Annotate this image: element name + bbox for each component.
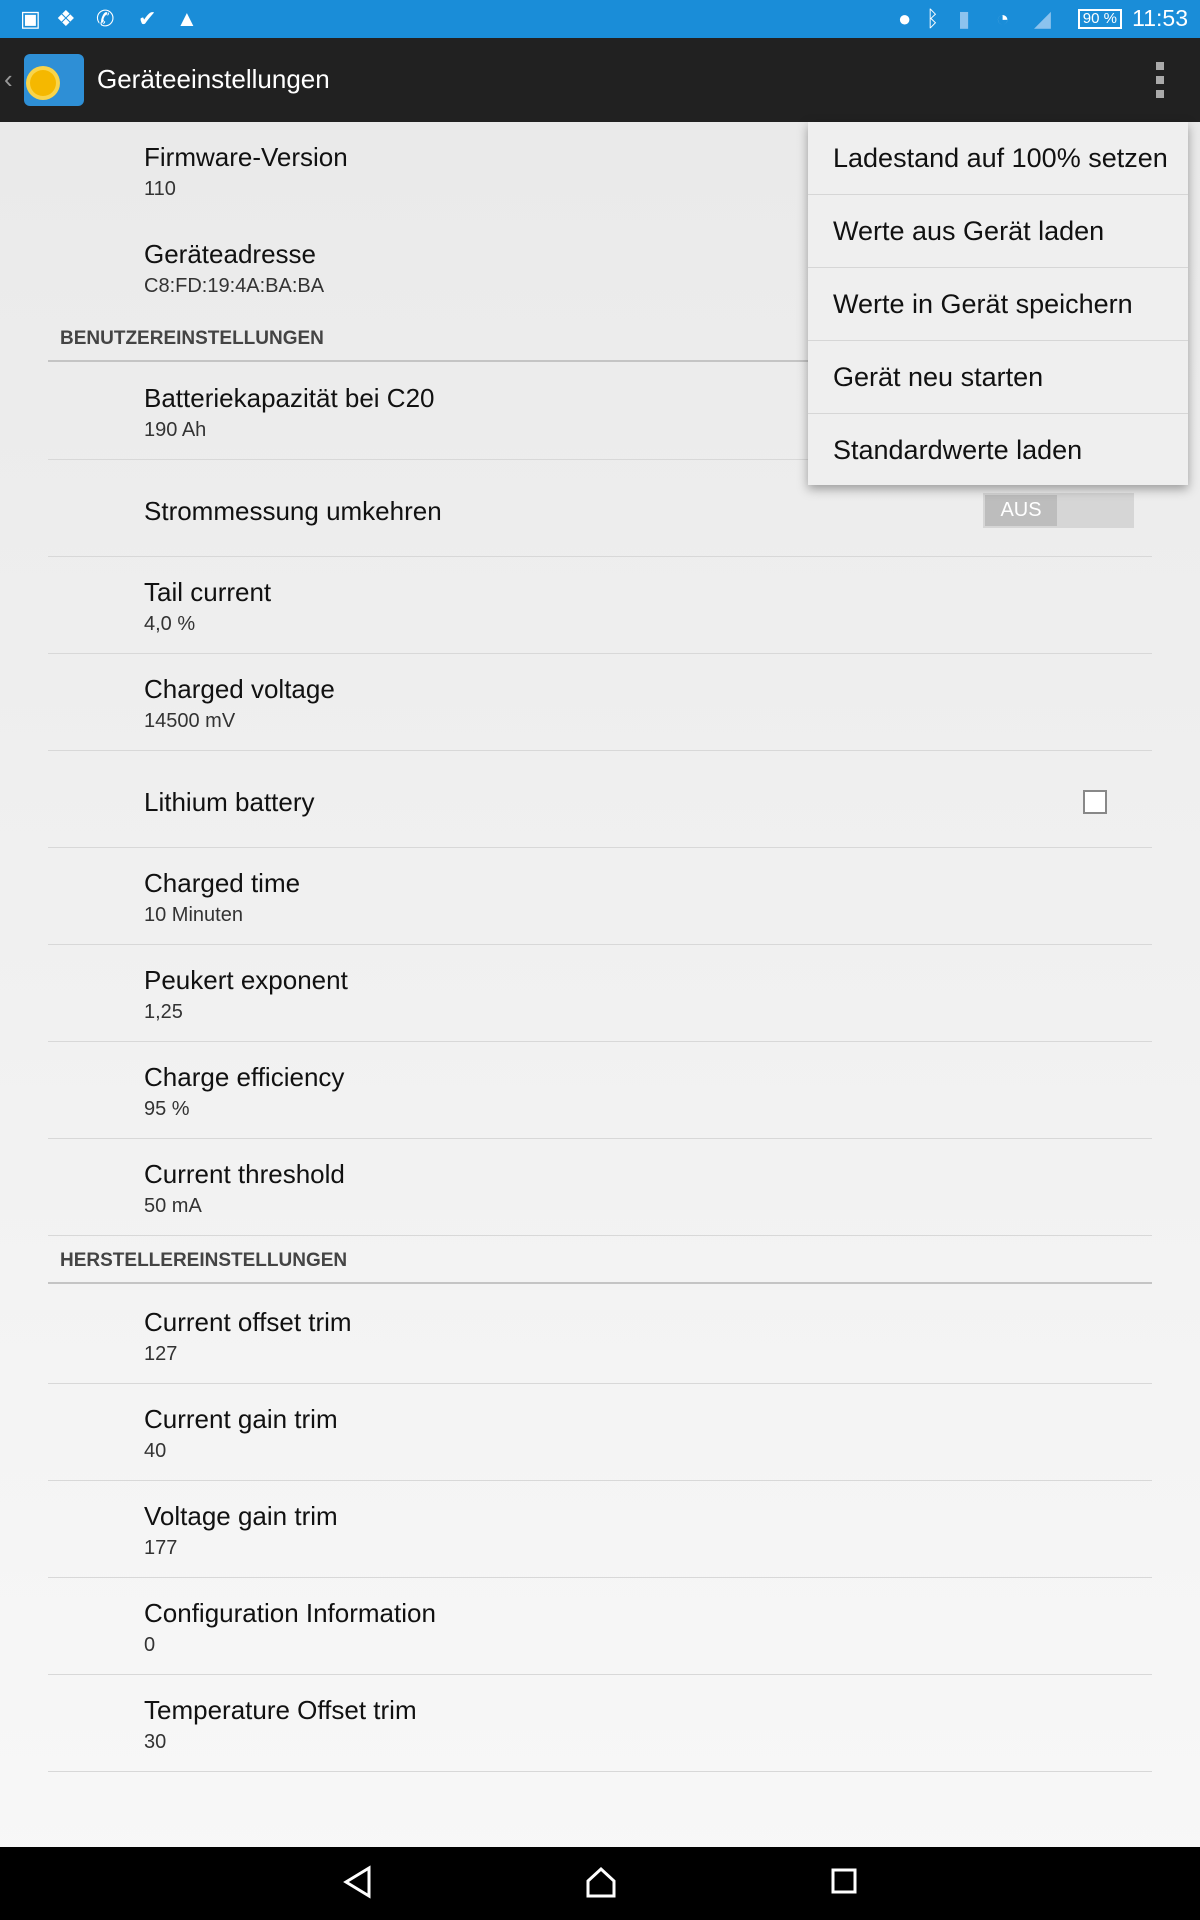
item-value: 0	[144, 1634, 156, 1656]
overflow-menu: Ladestand auf 100% setzen Werte aus Gerä…	[808, 122, 1188, 485]
phone-icon: ✆	[96, 6, 115, 31]
sim-icon: ▮	[958, 6, 971, 31]
list-item-voltage-gain-trim[interactable]: Voltage gain trim 177	[48, 1481, 1152, 1578]
back-nav-icon[interactable]	[343, 1865, 373, 1899]
dropbox-icon: ❖	[56, 6, 76, 31]
section-header-manufacturer-settings: HERSTELLEREINSTELLUNGEN	[48, 1250, 1152, 1284]
warning-icon: ▲	[176, 6, 198, 31]
status-bar: ▣ ❖ ✆ ✔ ▲ ● ᛒ ▮ ◔ ◢ 90 % 11:53	[0, 0, 1200, 38]
toggle-label: AUS	[985, 495, 1057, 526]
menu-item-set-charge-100[interactable]: Ladestand auf 100% setzen	[808, 122, 1188, 195]
menu-item-save-to-device[interactable]: Werte in Gerät speichern	[808, 268, 1188, 341]
action-bar: ‹ Geräteeinstellungen	[0, 38, 1200, 122]
home-nav-icon[interactable]	[584, 1865, 618, 1899]
list-item-peukert-exponent[interactable]: Peukert exponent 1,25	[48, 945, 1152, 1042]
item-value: 190 Ah	[144, 419, 207, 441]
item-title: Geräteadresse	[144, 239, 316, 269]
item-value: 50 mA	[144, 1195, 202, 1217]
app-logo-icon[interactable]	[24, 54, 84, 106]
bluetooth-icon: ᛒ	[926, 6, 940, 31]
item-title: Configuration Information	[144, 1598, 436, 1628]
lithium-battery-checkbox[interactable]	[1083, 790, 1107, 814]
list-item-lithium-battery[interactable]: Lithium battery	[48, 751, 1152, 848]
item-value: 127	[144, 1343, 178, 1365]
item-value: 10 Minuten	[144, 904, 243, 926]
item-title: Firmware-Version	[144, 142, 348, 172]
item-title: Tail current	[144, 577, 272, 607]
item-title: Current threshold	[144, 1159, 345, 1189]
list-item-configuration-information[interactable]: Configuration Information 0	[48, 1578, 1152, 1675]
item-title: Batteriekapazität bei C20	[144, 383, 435, 413]
item-title: Voltage gain trim	[144, 1501, 338, 1531]
overflow-menu-icon[interactable]	[1156, 62, 1166, 98]
page-title: Geräteeinstellungen	[97, 64, 330, 94]
list-item-charged-time[interactable]: Charged time 10 Minuten	[48, 848, 1152, 945]
back-chevron-icon[interactable]: ‹	[4, 64, 13, 95]
item-title: Lithium battery	[144, 787, 315, 817]
item-title: Current gain trim	[144, 1404, 338, 1434]
list-item-current-threshold[interactable]: Current threshold 50 mA	[48, 1139, 1152, 1236]
list-item-temperature-offset-trim[interactable]: Temperature Offset trim 30	[48, 1675, 1152, 1772]
signal-icon: ◢	[1034, 6, 1051, 31]
item-value: 95 %	[144, 1098, 190, 1120]
menu-item-restart-device[interactable]: Gerät neu starten	[808, 341, 1188, 414]
item-title: Charged voltage	[144, 674, 335, 704]
item-value: 4,0 %	[144, 613, 196, 635]
item-title: Current offset trim	[144, 1307, 352, 1337]
item-value: 110	[144, 178, 176, 200]
item-value: 14500 mV	[144, 710, 236, 732]
image-icon: ▣	[20, 6, 41, 31]
checkmark-flag-icon: ✔	[138, 6, 157, 31]
item-value: 1,25	[144, 1001, 183, 1023]
invert-current-toggle[interactable]: AUS	[983, 493, 1134, 528]
item-title: Temperature Offset trim	[144, 1695, 417, 1725]
battery-indicator: 90 %	[1077, 9, 1122, 29]
clock: 11:53	[1132, 5, 1188, 31]
item-value: 30	[144, 1731, 167, 1753]
list-item-tail-current[interactable]: Tail current 4,0 %	[48, 557, 1152, 654]
recents-nav-icon[interactable]	[830, 1865, 858, 1899]
list-item-charge-efficiency[interactable]: Charge efficiency 95 %	[48, 1042, 1152, 1139]
item-value: C8:FD:19:4A:BA:BA	[144, 275, 325, 297]
item-title: Charge efficiency	[144, 1062, 345, 1092]
item-title: Peukert exponent	[144, 965, 348, 995]
menu-item-load-defaults[interactable]: Standardwerte laden	[808, 414, 1188, 487]
item-title: Strommessung umkehren	[144, 496, 442, 526]
item-value: 177	[144, 1537, 178, 1559]
location-icon: ●	[898, 6, 912, 31]
list-item-charged-voltage[interactable]: Charged voltage 14500 mV	[48, 654, 1152, 751]
navigation-bar	[0, 1847, 1200, 1920]
list-item-current-gain-trim[interactable]: Current gain trim 40	[48, 1384, 1152, 1481]
list-item-current-offset-trim[interactable]: Current offset trim 127	[48, 1287, 1152, 1384]
item-value: 40	[144, 1440, 167, 1462]
wifi-icon: ◔	[996, 6, 1010, 31]
item-title: Charged time	[144, 868, 301, 898]
menu-item-load-from-device[interactable]: Werte aus Gerät laden	[808, 195, 1188, 268]
